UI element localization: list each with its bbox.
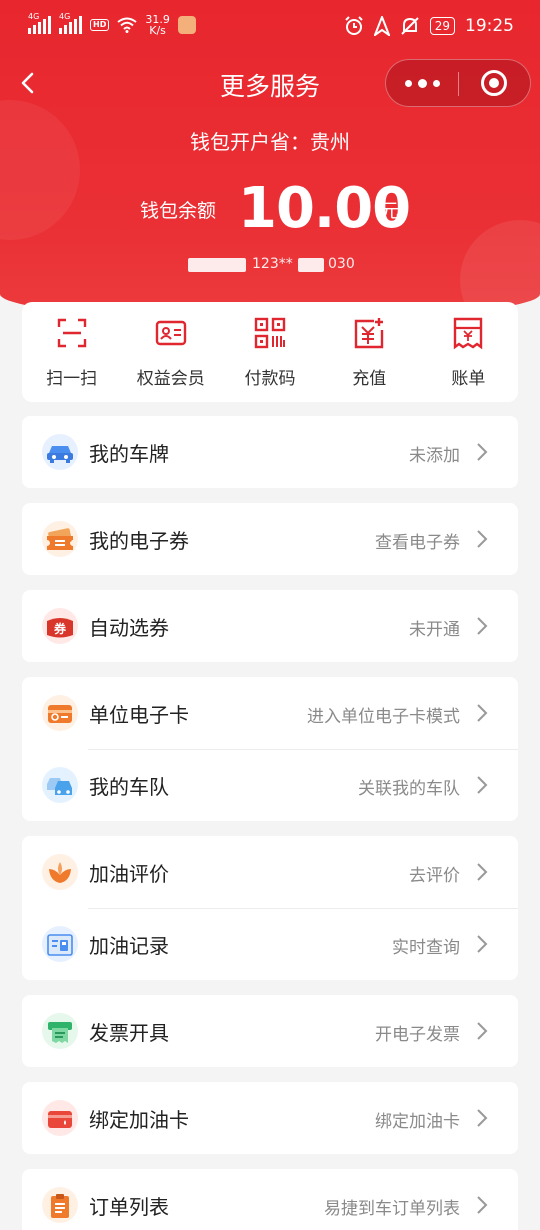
more-menu-button[interactable] [386,60,458,106]
menu-row-plate[interactable]: 我的车牌 未添加 [22,416,518,488]
clock: 19:25 [465,16,514,36]
decor-circle [0,100,80,240]
network-speed: 31.9 K/s [145,13,170,37]
quick-action-pay-code[interactable]: 付款码 [220,302,319,402]
chevron-right-icon [477,1196,488,1214]
app-notification-icon [177,16,196,34]
chevron-right-icon [477,443,488,461]
company-card-icon [42,695,78,731]
car-icon [42,434,78,470]
hd-badge: HD [90,19,110,31]
bind-card-card: 绑定加油卡 绑定加油卡 [22,1082,518,1154]
masked-card-number: 123** 030 [180,256,360,276]
balance-unit: 元 [380,200,400,222]
chevron-right-icon [477,776,488,794]
menu-row-bind-card[interactable]: 绑定加油卡 绑定加油卡 [22,1082,518,1154]
coupon-card: 我的电子券 查看电子券 [22,503,518,575]
review-records-card: 加油评价 去评价 加油记录 实时查询 [22,836,518,980]
cell-signal-icon: 4G [28,12,51,34]
bill-icon [454,317,483,350]
chevron-right-icon [477,704,488,722]
qr-code-icon [254,317,286,349]
orders-card: 订单列表 易捷到车订单列表 [22,1169,518,1230]
quick-action-scan[interactable]: 扫一扫 [22,302,121,402]
menu-row-auto-coupon[interactable]: 券 自动选券 未开通 [22,590,518,662]
menu-row-invoice[interactable]: 发票开具 开电子发票 [22,995,518,1067]
invoice-card: 发票开具 开电子发票 [22,995,518,1067]
invoice-printer-icon [42,1013,78,1049]
order-clipboard-icon [42,1187,78,1223]
alarm-icon [345,16,363,35]
close-program-button[interactable] [481,70,507,96]
chevron-right-icon [477,935,488,953]
fleet-icon [42,767,78,803]
chevron-right-icon [477,1109,488,1127]
quick-action-bill[interactable]: 账单 [419,302,518,402]
wifi-icon [117,17,137,33]
quick-actions-bar: 扫一扫 权益会员 付款码 充值 账单 [22,302,518,402]
menu-row-review[interactable]: 加油评价 去评价 [22,836,518,908]
status-bar: 4G 4G HD 31.9 K/s 29 19:25 [0,0,540,56]
plate-card: 我的车牌 未添加 [22,416,518,488]
fuel-record-icon [42,926,78,962]
menu-row-orders[interactable]: 订单列表 易捷到车订单列表 [22,1169,518,1230]
menu-row-company-card[interactable]: 单位电子卡 进入单位电子卡模式 [22,677,518,749]
svg-text:券: 券 [53,621,67,636]
mini-program-capsule [385,59,531,107]
battery-indicator: 29 [429,17,455,35]
auto-coupon-card: 券 自动选券 未开通 [22,590,518,662]
chevron-right-icon [477,1022,488,1040]
chevron-right-icon [477,863,488,881]
chevron-right-icon [477,530,488,548]
menu-row-records[interactable]: 加油记录 实时查询 [22,908,518,980]
cell-signal-icon: 4G [59,12,82,34]
scan-icon [57,318,86,348]
flower-rating-icon [42,854,78,890]
member-card-icon [155,320,186,346]
quick-action-member[interactable]: 权益会员 [121,302,220,402]
fuel-card-icon [42,1100,78,1136]
menu-row-coupon[interactable]: 我的电子券 查看电子券 [22,503,518,575]
quick-action-recharge[interactable]: 充值 [320,302,419,402]
coupon-ticket-icon [42,521,78,557]
recharge-icon [355,318,384,349]
balance-label: 钱包余额 [140,200,217,222]
menu-row-fleet[interactable]: 我的车队 关联我的车队 [22,749,518,821]
mute-bell-icon [401,17,419,35]
nav-arrow-icon [373,16,390,36]
company-fleet-card: 单位电子卡 进入单位电子卡模式 我的车队 关联我的车队 [22,677,518,821]
chevron-right-icon [477,617,488,635]
voucher-badge-icon: 券 [42,608,78,644]
wallet-province: 钱包开户省：贵州 [190,130,350,154]
